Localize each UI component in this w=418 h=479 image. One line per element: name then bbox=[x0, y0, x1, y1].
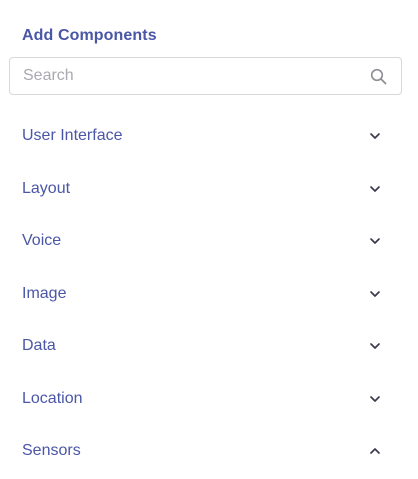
category-label: Image bbox=[22, 284, 67, 302]
category-voice[interactable]: Voice bbox=[0, 216, 418, 269]
search-icon[interactable] bbox=[370, 68, 387, 85]
panel-title: Add Components bbox=[22, 27, 157, 44]
add-components-panel: Add Components User Interface Layout Voi… bbox=[0, 0, 418, 466]
chevron-down-icon bbox=[370, 395, 380, 402]
category-label: Sensors bbox=[22, 442, 81, 459]
chevron-down-icon bbox=[370, 290, 380, 297]
category-label: User Interface bbox=[22, 127, 123, 144]
chevron-down-icon bbox=[370, 133, 380, 139]
search-box[interactable] bbox=[9, 57, 402, 95]
category-image[interactable]: Image bbox=[0, 269, 418, 322]
category-layout[interactable]: Layout bbox=[0, 164, 418, 217]
search-input[interactable] bbox=[23, 58, 353, 94]
category-user-interface[interactable]: User Interface bbox=[0, 111, 418, 164]
category-label: Layout bbox=[22, 179, 71, 197]
category-label: Voice bbox=[22, 232, 62, 249]
category-label: Location bbox=[22, 389, 83, 407]
chevron-up-icon bbox=[370, 448, 380, 454]
category-list: User Interface Layout Voice Image Data L… bbox=[0, 111, 418, 479]
chevron-down-icon bbox=[370, 343, 380, 349]
chevron-down-icon bbox=[370, 238, 380, 244]
category-sensors[interactable]: Sensors bbox=[0, 426, 418, 479]
category-location[interactable]: Location bbox=[0, 374, 418, 427]
category-label: Data bbox=[22, 337, 56, 354]
chevron-down-icon bbox=[370, 185, 380, 192]
category-data[interactable]: Data bbox=[0, 321, 418, 374]
